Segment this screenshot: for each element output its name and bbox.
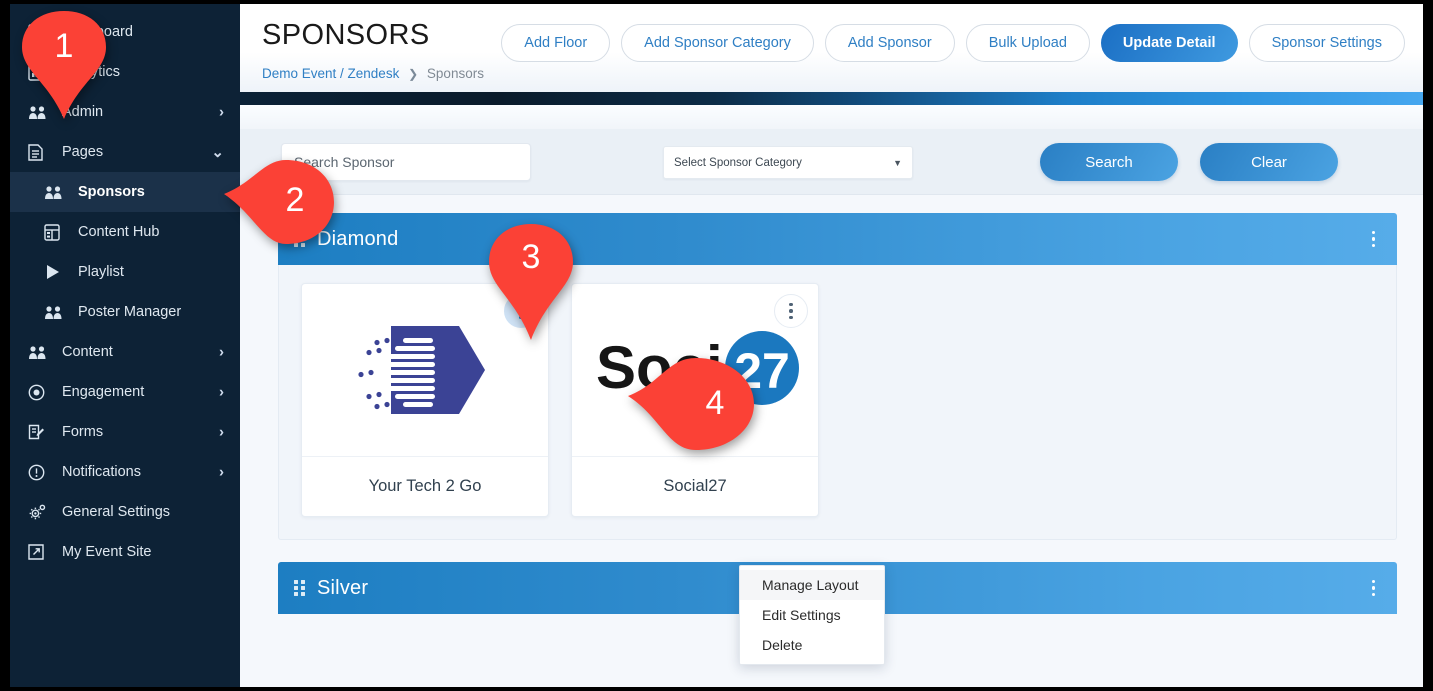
chevron-right-icon: › (219, 103, 224, 121)
add-sponsor-button[interactable]: Add Sponsor (824, 24, 955, 62)
callout-marker-2-number: 2 (285, 181, 305, 219)
sidebar-item-poster-manager[interactable]: Poster Manager (10, 292, 240, 332)
add-floor-button[interactable]: Add Floor (501, 24, 611, 62)
breadcrumb-separator-icon: ❯ (408, 67, 419, 81)
people-icon (28, 342, 52, 362)
banner-gap (240, 105, 1423, 129)
callout-marker-2: 2 (224, 156, 338, 248)
sidebar-item-playlist[interactable]: Playlist (10, 252, 240, 292)
sidebar-item-forms[interactable]: Forms › (10, 412, 240, 452)
alert-circle-icon (28, 462, 52, 482)
content-hub-icon (44, 222, 68, 242)
category-list: DiamondYour Tech 2 GoSocial27Social27Sil… (278, 213, 1397, 614)
play-icon (44, 262, 68, 282)
sponsor-context-menu: Manage Layout Edit Settings Delete (739, 565, 885, 665)
callout-marker-1-number: 1 (54, 27, 74, 65)
sponsor-category-select-value: Select Sponsor Category (674, 156, 802, 169)
main-content: SPONSORS Demo Event / Zendesk ❯ Sponsors… (240, 4, 1423, 687)
sponsor-category-select[interactable]: Select Sponsor Category ▼ (663, 146, 913, 179)
event-banner-strip (240, 92, 1423, 105)
breadcrumb-root[interactable]: Demo Event / Zendesk (262, 66, 399, 81)
sponsor-category-name: Silver (317, 576, 369, 599)
callout-marker-4: 4 (628, 354, 758, 454)
sidebar-item-label: Engagement (62, 384, 145, 400)
chevron-down-icon: ⌄ (211, 144, 224, 161)
sidebar-item-label: Poster Manager (78, 304, 182, 320)
chevron-right-icon: › (219, 343, 224, 361)
sidebar-item-my-event-site[interactable]: My Event Site (10, 532, 240, 572)
form-edit-icon (28, 422, 52, 442)
filter-action-buttons: Search Clear (1040, 143, 1338, 181)
breadcrumb-current: Sponsors (426, 66, 484, 81)
context-menu-item-edit-settings[interactable]: Edit Settings (740, 600, 884, 630)
target-icon (28, 382, 52, 402)
sidebar-item-label: Notifications (62, 464, 141, 480)
sponsor-kebab-menu-icon[interactable] (774, 294, 808, 328)
sidebar-item-engagement[interactable]: Engagement › (10, 372, 240, 412)
sidebar-item-sponsors[interactable]: Sponsors (10, 172, 240, 212)
people-icon (44, 182, 68, 202)
page-title: SPONSORS (262, 19, 430, 51)
sidebar-item-general-settings[interactable]: General Settings (10, 492, 240, 532)
screenshot-frame: DashboardAnalyticsAdmin›Pages⌄SponsorsCo… (0, 0, 1433, 691)
sponsor-category-header: Diamond (278, 213, 1397, 265)
application-window: DashboardAnalyticsAdmin›Pages⌄SponsorsCo… (10, 4, 1423, 687)
context-menu-item-manage-layout[interactable]: Manage Layout (740, 570, 884, 600)
sponsor-category-block: DiamondYour Tech 2 GoSocial27Social27 (278, 213, 1397, 540)
breadcrumb: Demo Event / Zendesk ❯ Sponsors (262, 66, 484, 81)
search-button[interactable]: Search (1040, 143, 1178, 181)
page-header: SPONSORS Demo Event / Zendesk ❯ Sponsors… (240, 4, 1423, 92)
chevron-down-icon: ▼ (893, 157, 902, 168)
update-detail-button[interactable]: Update Detail (1100, 24, 1238, 62)
sponsor-card-grid: Your Tech 2 GoSocial27Social27 (278, 265, 1397, 540)
callout-marker-4-number: 4 (705, 384, 725, 422)
bulk-upload-button[interactable]: Bulk Upload (965, 24, 1090, 62)
sidebar-item-content[interactable]: Content › (10, 332, 240, 372)
sidebar-item-label: Content Hub (78, 224, 160, 240)
header-action-buttons: Add Floor Add Sponsor Category Add Sponsor… (501, 24, 1405, 62)
sidebar-item-label: Playlist (78, 264, 124, 280)
sponsor-filter-bar: Select Sponsor Category ▼ Search Clear (240, 129, 1423, 195)
sidebar-item-label: Content (62, 344, 113, 360)
sidebar-item-label: Forms (62, 424, 104, 440)
chevron-right-icon: › (219, 383, 224, 401)
callout-marker-1: 1 (18, 9, 110, 119)
context-menu-item-delete[interactable]: Delete (740, 630, 884, 660)
category-kebab-menu-icon[interactable] (1366, 227, 1382, 252)
sidebar-item-label: General Settings (62, 504, 171, 520)
gear-icon (28, 502, 52, 522)
chevron-right-icon: › (219, 423, 224, 441)
callout-marker-3-number: 3 (521, 238, 541, 276)
page-icon (28, 142, 52, 162)
external-link-icon (28, 542, 52, 562)
sidebar-item-notifications[interactable]: Notifications › (10, 452, 240, 492)
sponsor-categories-region: DiamondYour Tech 2 GoSocial27Social27Sil… (240, 195, 1423, 687)
sidebar-item-pages[interactable]: Pages ⌄ (10, 132, 240, 172)
clear-button[interactable]: Clear (1200, 143, 1338, 181)
category-kebab-menu-icon[interactable] (1366, 576, 1382, 601)
drag-handle-icon[interactable] (294, 580, 305, 596)
sponsor-name: Your Tech 2 Go (302, 456, 548, 516)
chevron-right-icon: › (219, 463, 224, 481)
sponsor-settings-button[interactable]: Sponsor Settings (1248, 24, 1405, 62)
add-sponsor-category-button[interactable]: Add Sponsor Category (621, 24, 814, 62)
people-icon (44, 302, 68, 322)
sponsor-name: Social27 (572, 456, 818, 516)
callout-marker-3: 3 (485, 222, 577, 340)
sidebar-item-label: My Event Site (62, 544, 152, 560)
sidebar-item-content-hub[interactable]: Content Hub (10, 212, 240, 252)
sidebar-item-label: Sponsors (78, 184, 145, 200)
